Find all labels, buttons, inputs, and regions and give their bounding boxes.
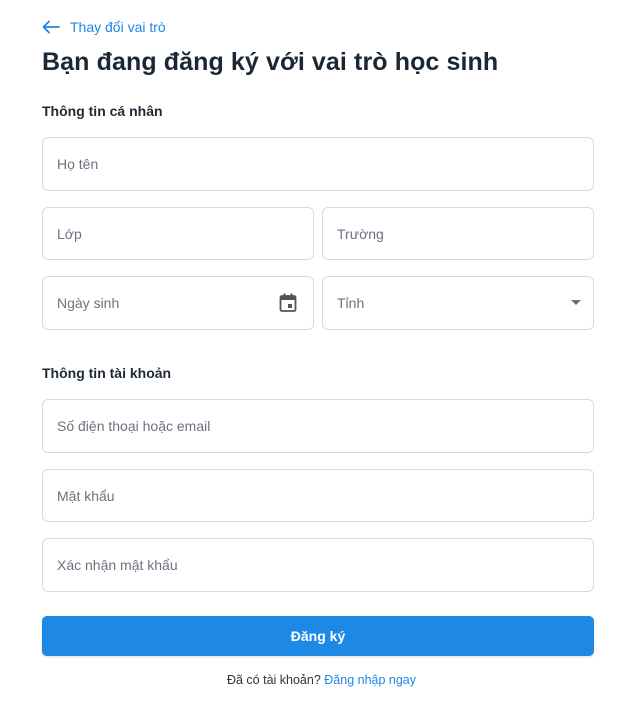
province-select[interactable] [322,276,594,330]
login-link[interactable]: Đăng nhập ngay [324,673,416,687]
province-input[interactable] [323,277,593,329]
school-input[interactable] [323,208,593,259]
page-title: Bạn đang đăng ký với vai trò học sinh [42,48,499,76]
full-name-field [42,137,594,191]
calendar-icon[interactable] [279,293,297,313]
school-field [322,207,594,260]
login-prompt: Đã có tài khoản? Đăng nhập ngay [0,673,643,687]
change-role-link[interactable]: Thay đổi vai trò [42,19,166,35]
register-button[interactable]: Đăng ký [42,616,594,656]
confirm-password-input[interactable] [43,539,593,591]
password-input[interactable] [43,470,593,521]
login-prompt-text: Đã có tài khoản? [226,673,321,687]
class-input[interactable] [43,208,313,259]
birthdate-input[interactable] [43,277,313,329]
phone-email-field [42,399,594,453]
full-name-input[interactable] [43,138,593,190]
phone-email-input[interactable] [43,400,593,452]
change-role-label: Thay đổi vai trò [70,19,166,35]
birthdate-field [42,276,314,330]
personal-info-heading: Thông tin cá nhân [42,103,163,119]
confirm-password-field [42,538,594,592]
class-field [42,207,314,260]
account-info-heading: Thông tin tài khoản [42,365,172,381]
register-page: Thay đổi vai trò Bạn đang đăng ký với va… [0,0,643,707]
arrow-left-icon [42,20,60,34]
password-field [42,469,594,522]
chevron-down-icon [571,300,581,305]
